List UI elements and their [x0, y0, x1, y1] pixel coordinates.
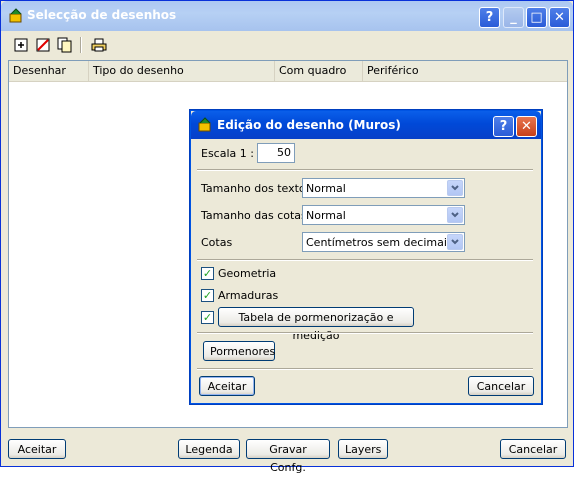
dims-value: Centímetros sem decimais: [306, 236, 453, 249]
legend-button[interactable]: Legenda: [178, 439, 240, 459]
divider: [197, 332, 533, 334]
edit-drawing-dialog: Edição do desenho (Muros) ? ✕ Escala 1 :…: [190, 110, 542, 404]
scale-input[interactable]: 50: [257, 143, 295, 163]
layers-button[interactable]: Layers: [338, 439, 388, 459]
chevron-down-icon[interactable]: [447, 207, 463, 223]
dims-label: Cotas: [201, 236, 233, 249]
dim-size-value: Normal: [306, 209, 346, 222]
chevron-down-icon[interactable]: [447, 234, 463, 250]
table-checkbox[interactable]: ✓: [201, 311, 214, 324]
dialog-cancel-button[interactable]: Cancelar: [468, 376, 534, 396]
rebar-label: Armaduras: [218, 289, 279, 302]
scale-label: Escala 1 :: [201, 147, 254, 160]
chevron-down-icon[interactable]: [447, 180, 463, 196]
print-icon[interactable]: [89, 35, 109, 55]
minimize-button[interactable]: _: [503, 7, 524, 28]
divider: [197, 259, 533, 261]
divider: [197, 169, 533, 171]
dialog-app-icon: [197, 117, 213, 133]
rebar-checkbox[interactable]: ✓: [201, 289, 214, 302]
add-drawing-icon[interactable]: [11, 35, 31, 55]
app-icon: [8, 8, 24, 24]
dim-size-label: Tamanho das cotas: [201, 209, 307, 222]
column-header-frame[interactable]: Com quadro: [275, 61, 363, 81]
text-size-select[interactable]: Normal: [302, 178, 465, 198]
detailing-table-button[interactable]: Tabela de pormenorização e medição: [218, 307, 414, 342]
list-header: Desenhar Tipo do desenho Com quadro Peri…: [9, 61, 567, 82]
dim-size-select[interactable]: Normal: [302, 205, 465, 225]
dialog-help-button[interactable]: ?: [493, 116, 514, 137]
dialog-titlebar[interactable]: Edição do desenho (Muros) ? ✕: [191, 111, 541, 139]
text-size-label: Tamanho dos textos: [201, 182, 312, 195]
column-header-type[interactable]: Tipo do desenho: [89, 61, 275, 81]
window-title: Selecção de desenhos: [27, 8, 177, 22]
delete-drawing-icon[interactable]: [33, 35, 53, 55]
main-cancel-button[interactable]: Cancelar: [500, 439, 566, 459]
divider: [197, 368, 533, 370]
dialog-ok-button[interactable]: Aceitar: [199, 376, 255, 396]
geometry-label: Geometria: [218, 267, 277, 280]
copy-drawing-icon[interactable]: [55, 35, 75, 55]
main-ok-button[interactable]: Aceitar: [8, 439, 66, 459]
dialog-title: Edição do desenho (Muros): [217, 118, 401, 132]
dialog-close-button[interactable]: ✕: [516, 116, 537, 137]
details-button[interactable]: Pormenores: [203, 341, 275, 361]
column-header-peripheral[interactable]: Periférico: [363, 61, 567, 81]
help-button[interactable]: ?: [479, 7, 500, 28]
dims-select[interactable]: Centímetros sem decimais: [302, 232, 465, 252]
maximize-button[interactable]: □: [526, 7, 547, 28]
close-button[interactable]: ✕: [549, 7, 570, 28]
text-size-value: Normal: [306, 182, 346, 195]
main-titlebar[interactable]: Selecção de desenhos ? _ □ ✕: [1, 1, 573, 31]
column-header-draw[interactable]: Desenhar: [9, 61, 89, 81]
geometry-checkbox[interactable]: ✓: [201, 267, 214, 280]
save-config-button[interactable]: Gravar Confg.: [246, 439, 330, 474]
